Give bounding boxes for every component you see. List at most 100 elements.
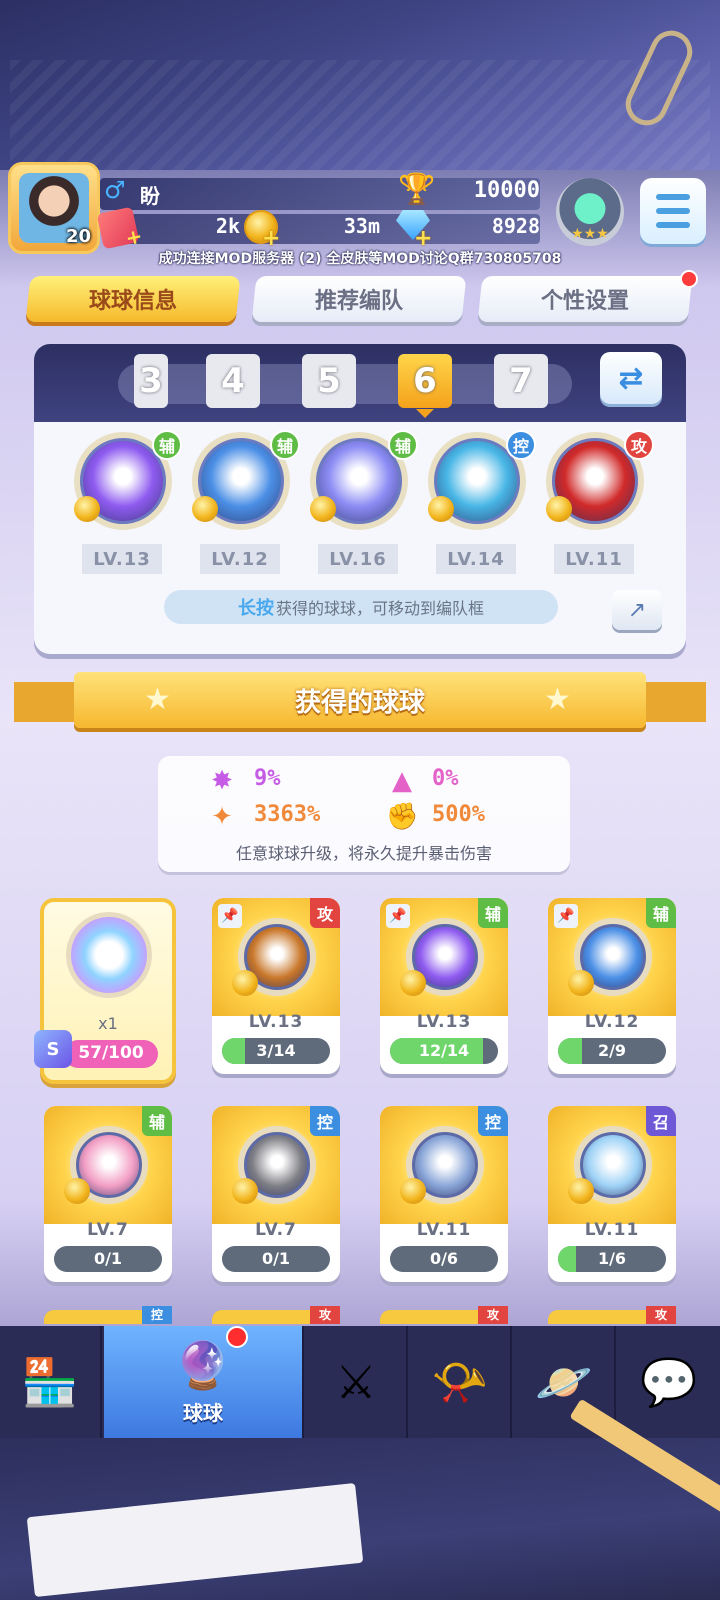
pin-icon[interactable]: 📌 [218,904,242,928]
ball-type-tag: 攻 [646,1306,676,1324]
team-slot-5[interactable]: 5 [302,354,356,408]
slot-number: 6 [413,361,437,401]
nav-balls[interactable]: 🔮 球球 [104,1326,304,1438]
card-progress-text: 2/9 [597,1041,627,1060]
trophy-count: 10000 [473,178,540,203]
ball-card[interactable]: 控 LV.11 0/6 [380,1106,508,1282]
pin-icon[interactable]: 📌 [386,904,410,928]
rank-stars: ★★★ [571,226,609,242]
nav-notification-dot [226,1326,248,1348]
coin-icon [74,496,100,522]
ball-card[interactable]: 辅 LV.7 0/1 [44,1106,172,1282]
slot-number: 4 [221,361,245,401]
player-avatar[interactable]: 20 [8,162,100,254]
ball-card-partial[interactable]: 攻 [380,1306,508,1324]
team-slot-header: 3 4 5 6 7 ⇄ [34,344,686,422]
slot-number: 5 [317,361,341,401]
coin-icon [310,496,336,522]
diamond-value: 8928 [491,214,540,238]
coin-icon [546,496,572,522]
shop-icon: 🏪 [21,1354,79,1409]
menu-line [656,222,690,228]
coin-icon [400,970,426,996]
card-progress-text: 0/6 [429,1249,459,1268]
ball-type-tag: 召 [646,1106,676,1136]
ball-type-tag: 辅 [270,430,300,460]
ball-type-tag: 辅 [646,898,676,928]
pin-icon[interactable]: 📌 [554,904,578,928]
stats-caption: 任意球球升级，将永久提升暴击伤害 [235,844,492,863]
ball-level: LV.13 [248,1012,304,1032]
ball-level: LV.11 [554,544,634,574]
ticket-plus-icon[interactable] [96,206,140,250]
coin-icon [232,1178,258,1204]
trophy-icon: 🏆 [398,172,436,207]
coin-value: 33m [343,214,380,238]
ball-card-partial[interactable]: 攻 [548,1306,676,1324]
ball-card[interactable]: 📌 攻 LV.13 3/14 [212,898,340,1074]
ball-level: LV.13 [416,1012,472,1032]
ball-type-tag: 控 [142,1306,172,1324]
hint-text: 获得的球球，可移动到编队框 [275,599,484,618]
card-progress-bar: 3/14 [222,1038,330,1064]
nav-whistle[interactable]: 📯 [410,1326,512,1438]
tab-recommended-team[interactable]: 推荐编队 [251,276,467,322]
swap-team-button[interactable]: ⇄ [600,352,662,404]
tab-label: 推荐编队 [314,289,403,314]
star-icon: ★ [144,682,171,717]
ball-card-partial[interactable]: 攻 [212,1306,340,1324]
ball-type-tag: 控 [478,1106,508,1136]
hint-bar: 长按 获得的球球，可移动到编队框 [164,590,558,624]
tab-label: 个性设置 [540,289,629,314]
top-background [0,0,720,170]
ball-type-tag: 攻 [310,1306,340,1324]
ball-type-tag: 辅 [152,430,182,460]
ball-level: LV.13 [82,544,162,574]
team-slot-6[interactable]: 6 [398,354,452,418]
ball-card[interactable]: 📌 辅 LV.13 12/14 [380,898,508,1074]
coin-icon [192,496,218,522]
tab-ball-info[interactable]: 球球信息 [25,276,241,322]
card-progress-text: 3/14 [256,1041,296,1060]
stat-value: 500% [432,802,485,827]
team-slot-4[interactable]: 4 [206,354,260,408]
ball-card[interactable]: 控 LV.7 0/1 [212,1106,340,1282]
tab-personal-settings[interactable]: 个性设置 [477,276,693,322]
male-gender-icon: ♂ [104,176,126,204]
slot-number: 7 [509,361,533,401]
menu-button[interactable] [640,178,706,244]
coin-icon [568,970,594,996]
ball-card[interactable]: 召 LV.11 1/6 [548,1106,676,1282]
menu-line [656,208,690,214]
card-progress-text: 1/6 [597,1249,627,1268]
team-slot-3[interactable]: 3 [134,354,168,408]
coin-icon [428,496,454,522]
share-button[interactable]: ↗ [612,590,662,630]
card-progress-bar: 0/1 [222,1246,330,1272]
coin-icon [400,1178,426,1204]
card-progress-text: 0/1 [93,1249,123,1268]
nav-social[interactable]: 💬 [618,1326,720,1438]
player-level: 20 [65,226,91,247]
ball-type-tag: 辅 [478,898,508,928]
team-slot-7[interactable]: 7 [494,354,548,408]
special-card[interactable]: x1 57/100 S [34,898,176,1084]
ball-card-partial[interactable]: 控 [44,1306,172,1324]
nav-shop[interactable]: 🏪 [0,1326,102,1438]
ball-type-tag: 攻 [624,430,654,460]
ball-level: LV.14 [436,544,516,574]
card-progress-bar: 1/6 [558,1246,666,1272]
ball-icon: 🔮 [174,1338,232,1392]
section-ribbon: 获得的球球 ★ ★ [14,672,706,732]
stat-value: 0% [432,766,459,791]
card-progress-bar: 12/14 [390,1038,498,1064]
menu-line [656,194,690,200]
red-fist-icon: ✊ [386,802,419,832]
server-notice: 成功连接MOD服务器 (2) 全皮肤等MOD讨论Q群730805708 [158,251,562,267]
coin-icon [64,1178,90,1204]
whistle-icon: 📯 [431,1354,489,1409]
nav-battle[interactable]: ⚔ [306,1326,408,1438]
special-badge-icon: S [34,1030,72,1068]
ball-card[interactable]: 📌 辅 LV.12 2/9 [548,898,676,1074]
coin-icon [568,1178,594,1204]
